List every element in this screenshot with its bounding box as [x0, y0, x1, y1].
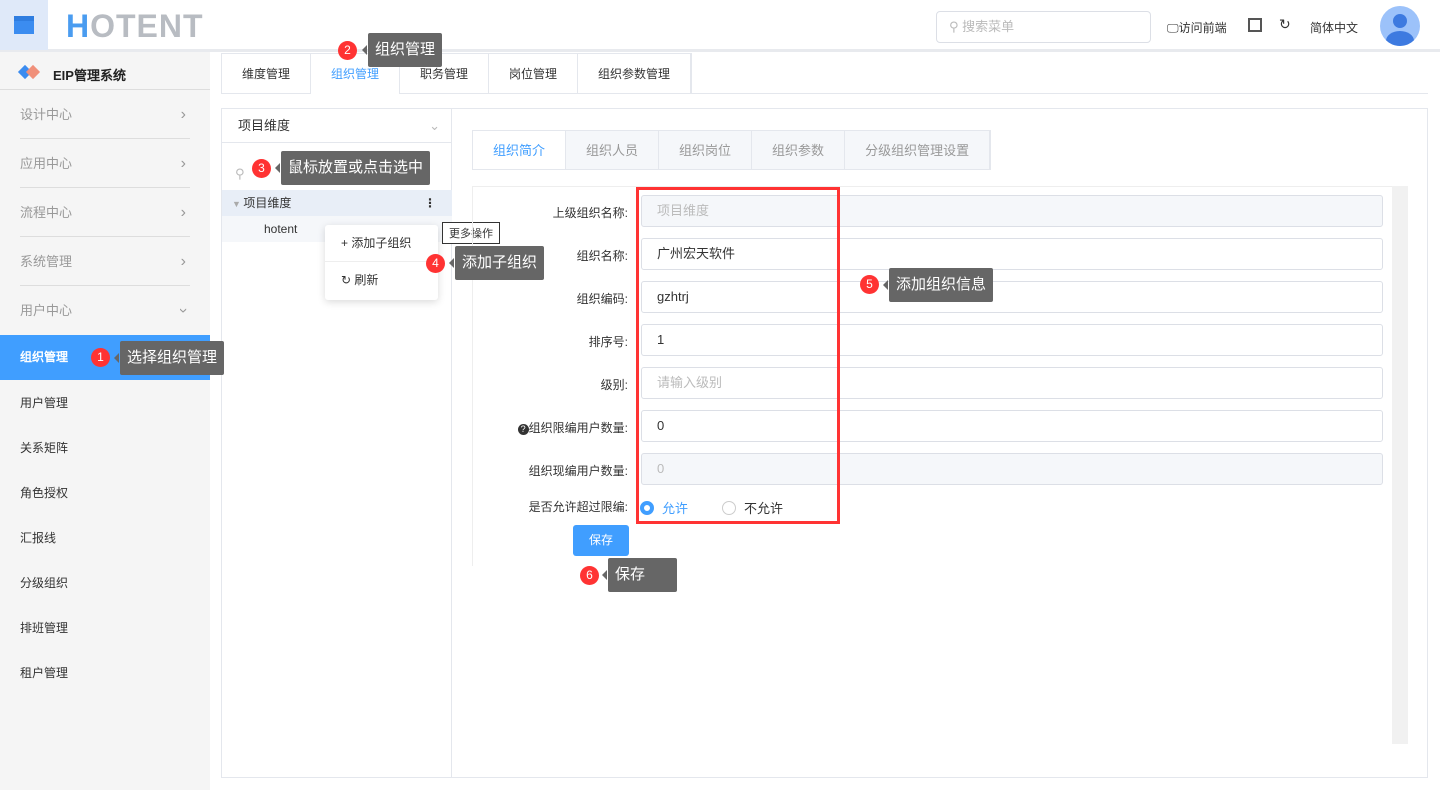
tab-grade-org-settings[interactable]: 分级组织管理设置	[845, 131, 991, 169]
chevron-right-icon: ›	[180, 155, 186, 172]
annotation-number: 2	[338, 41, 357, 60]
sidebar-group-flow[interactable]: 流程中心 ›	[20, 188, 190, 237]
tree-search-icon: ⚲	[235, 166, 245, 181]
chevron-down-icon: ›	[174, 307, 192, 314]
save-button[interactable]: 保存	[573, 525, 629, 556]
search-icon: ⚲	[949, 19, 963, 34]
chevron-right-icon: ›	[180, 204, 186, 221]
sidebar-item-matrix[interactable]: 关系矩阵	[0, 426, 210, 471]
refresh-icon[interactable]: ↻	[1279, 16, 1291, 33]
sidebar-item-grade-org[interactable]: 分级组织	[0, 561, 210, 606]
system-logo-icon	[17, 64, 41, 80]
menu-item-add-child[interactable]: + 添加子组织	[325, 225, 438, 262]
menu-toggle-button[interactable]	[0, 0, 48, 50]
sidebar-group-app[interactable]: 应用中心 ›	[20, 139, 190, 188]
annotation-tooltip: 选择组织管理	[113, 341, 225, 375]
annotation-number: 3	[252, 159, 271, 178]
tab-org-params[interactable]: 组织参数管理	[578, 54, 691, 94]
sidebar-item-tenant[interactable]: 租户管理	[0, 651, 210, 696]
annotation-number: 6	[580, 566, 599, 585]
logo: HOTENT	[66, 8, 204, 44]
annotation-tooltip: 添加子组织	[448, 246, 545, 280]
form-tabs: 组织简介 组织人员 组织岗位 组织参数 分级组织管理设置	[472, 130, 992, 170]
limit-label: ? 组织限编用户数量:	[428, 419, 628, 436]
tab-dimension[interactable]: 维度管理	[222, 54, 311, 94]
visit-frontend-label: 访问前端	[1178, 21, 1227, 35]
tab-org-posts[interactable]: 组织岗位	[659, 131, 753, 169]
search-menu-input[interactable]: ⚲ 搜索菜单	[936, 11, 1151, 43]
current-label: 组织现编用户数量:	[528, 464, 628, 478]
annotation-tooltip: 组织管理	[361, 33, 443, 67]
scrollbar[interactable]	[1392, 186, 1408, 744]
tab-org-params-sub[interactable]: 组织参数	[752, 131, 846, 169]
sidebar-group-user[interactable]: 用户中心 ›	[20, 286, 192, 335]
parent-org-label: 上级组织名称:	[552, 206, 628, 220]
annotation-tooltip: 添加组织信息	[882, 268, 994, 302]
menu-item-refresh[interactable]: ↻ 刷新	[325, 262, 438, 299]
tab-post[interactable]: 岗位管理	[489, 54, 578, 94]
menu-icon	[14, 16, 34, 34]
visit-frontend-link[interactable]: 🖵访问前端	[1167, 19, 1227, 36]
main-tabs: 维度管理 组织管理 职务管理 岗位管理 组织参数管理	[221, 53, 692, 94]
annotation-tooltip: 保存	[602, 558, 677, 592]
avatar[interactable]	[1380, 6, 1420, 46]
sidebar-item-roles[interactable]: 角色授权	[0, 471, 210, 516]
chevron-right-icon: ›	[180, 106, 186, 123]
annotation-number: 4	[426, 254, 445, 273]
monitor-icon: 🖵	[1167, 21, 1179, 35]
search-placeholder: 搜索菜单	[962, 19, 1015, 34]
fullscreen-icon[interactable]	[1248, 18, 1262, 32]
tab-org-members[interactable]: 组织人员	[566, 131, 660, 169]
help-icon: ?	[517, 424, 529, 435]
sidebar-item-schedule[interactable]: 排班管理	[0, 606, 210, 651]
level-label: 级别:	[600, 378, 628, 392]
chevron-right-icon: ›	[180, 253, 186, 270]
org-code-label: 组织编码:	[576, 292, 628, 306]
annotation-number: 5	[860, 275, 879, 294]
sidebar-group-design[interactable]: 设计中心 ›	[20, 90, 190, 139]
tab-org-intro[interactable]: 组织简介	[473, 131, 567, 169]
sidebar-item-users[interactable]: 用户管理	[0, 381, 210, 426]
annotation-number: 1	[91, 348, 110, 367]
tree-node-root[interactable]: ▼ 项目维度 ⋮	[222, 190, 452, 216]
dimension-select[interactable]: 项目维度 ⌄	[222, 109, 452, 143]
annotation-tooltip: 鼠标放置或点击选中	[274, 151, 431, 185]
chevron-down-icon: ⌄	[429, 118, 440, 133]
highlight-box	[636, 187, 840, 524]
order-label: 排序号:	[588, 335, 628, 349]
language-select[interactable]: 简体中文	[1310, 19, 1358, 36]
sidebar-group-system[interactable]: 系统管理 ›	[20, 237, 190, 286]
sidebar-item-report-line[interactable]: 汇报线	[0, 516, 210, 561]
exceed-label: 是否允许超过限编:	[528, 500, 628, 514]
system-title: EIP管理系统	[53, 68, 126, 83]
context-menu: + 添加子组织 ↻ 刷新	[325, 225, 438, 300]
